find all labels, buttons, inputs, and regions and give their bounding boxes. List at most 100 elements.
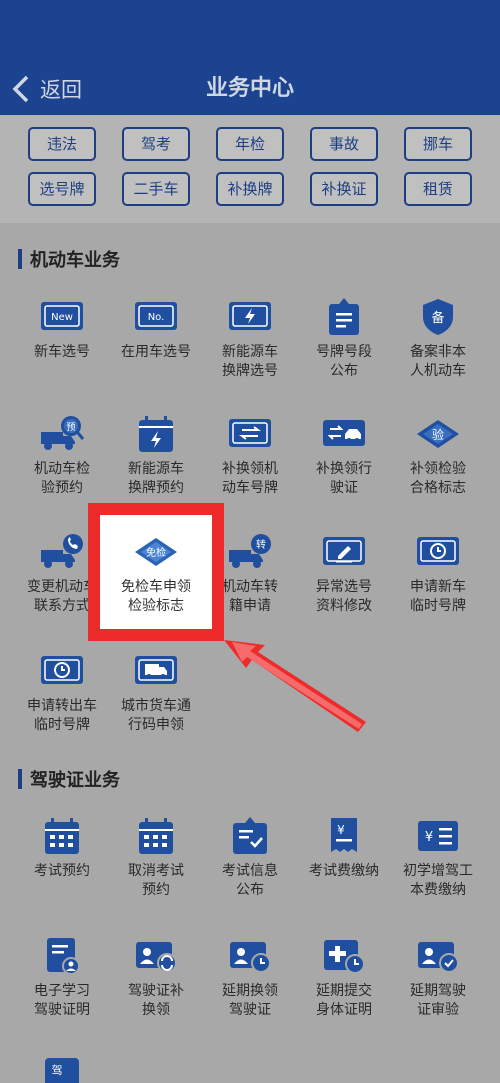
item-label: 补换领机 动车号牌 [222,461,278,496]
service-inspection-booking[interactable]: 预 机动车检 验预约 [14,414,110,498]
section-vehicle-title: 机动车业务 [30,250,120,271]
service-learner-fee[interactable]: ¥ 初学增驾工 本费缴纳 [390,816,486,900]
svg-text:¥: ¥ [337,823,345,837]
exempt-badge: 免检 [146,546,166,559]
plate-new-icon: New [41,302,83,330]
item-label: 考试预约 [34,863,90,879]
service-plate-segment[interactable]: 号牌号段 公布 [296,297,392,381]
fee-icon: ¥ [331,818,357,852]
item-label: 异常选号 资料修改 [316,579,372,614]
quick-link-used-car[interactable]: 二手车 [122,172,190,206]
calendar-ev-icon [139,416,173,452]
medical-clock-icon [324,940,365,974]
service-license-renew-delay[interactable]: 延期换领 驾驶证 [202,936,298,1020]
truck-search-icon: 预 [41,416,85,450]
plate-new-badge: New [51,312,73,323]
card-clock-icon [230,942,271,973]
service-reissue-inspection-mark[interactable]: 验 补领检验 合格标志 [390,414,486,498]
shield-badge: 备 [431,310,444,326]
item-label: 在用车选号 [121,344,191,360]
quick-link-violation[interactable]: 违法 [28,127,96,161]
service-register-non-owner[interactable]: 备 备案非本 人机动车 [390,297,486,381]
service-replace-driving-permit[interactable]: 补换领行 驶证 [296,414,392,498]
item-label: 城市货车通 行码申领 [121,698,191,733]
item-label: 新车选号 [34,344,90,360]
quick-link-rental[interactable]: 租赁 [404,172,472,206]
service-cancel-exam[interactable]: 取消考试 预约 [108,816,204,900]
truck-phone-icon [41,534,83,568]
item-label: 延期换领 驾驶证 [222,983,278,1018]
info-board-icon [233,817,267,854]
service-new-car-temp-plate[interactable]: 申请新车 临时号牌 [390,532,486,616]
service-exam-info[interactable]: 考试信息 公布 [202,816,298,900]
shield-icon: 备 [423,299,453,335]
drive-badge: 驾 [52,1064,63,1077]
item-label: 备案非本 人机动车 [410,344,466,379]
item-label: 延期提交 身体证明 [316,983,372,1018]
item-label: 初学增驾工 本费缴纳 [403,863,473,898]
plate-swap-icon [229,419,271,447]
service-city-truck-pass[interactable]: 城市货车通 行码申领 [108,651,204,735]
item-label: 机动车检 验预约 [34,461,90,496]
quick-link-replace-license[interactable]: 补换证 [310,172,378,206]
service-ev-plate-booking[interactable]: 新能源车 换牌预约 [108,414,204,498]
section-vehicle-header: 机动车业务 [18,247,120,271]
item-label: 补领检验 合格标志 [410,461,466,496]
license-swap-icon [323,420,365,446]
review-badge: 预 [66,422,75,433]
item-label: 考试费缴纳 [309,863,379,879]
exempt-diamond-icon: 免检 [135,538,177,566]
quick-link-select-plate[interactable]: 选号牌 [28,172,96,206]
drive-card-icon: 驾 [45,1058,79,1083]
header-bar: 返回 业务中心 [0,0,500,115]
ev-plate-icon [229,302,271,330]
service-transfer-out-temp-plate[interactable]: 申请转出车 临时号牌 [14,651,110,735]
item-label: 号牌号段 公布 [316,344,372,379]
service-new-car-plate[interactable]: New 新车选号 [14,297,110,362]
service-replace-vehicle-plate[interactable]: 补换领机 动车号牌 [202,414,298,498]
quick-link-driving-test[interactable]: 驾考 [122,127,190,161]
item-label: 新能源车 换牌选号 [222,344,278,379]
plate-no-badge: No. [148,312,165,323]
service-exam-fee[interactable]: ¥ 考试费缴纳 [296,816,392,881]
quick-links-panel: 违法 驾考 年检 事故 挪车 选号牌 二手车 补换牌 补换证 租赁 [0,115,500,223]
service-ev-plate-select[interactable]: 新能源车 换牌选号 [202,297,298,381]
item-label: 新能源车 换牌预约 [128,461,184,496]
transfer-badge: 转 [256,538,266,551]
svg-text:¥: ¥ [425,830,433,845]
diamond-icon: 验 [417,420,459,448]
item-label: 电子学习 驾驶证明 [34,983,90,1018]
quick-link-replace-plate[interactable]: 补换牌 [216,172,284,206]
quick-link-accident[interactable]: 事故 [310,127,378,161]
plate-no-icon: No. [135,302,177,330]
announce-icon [329,298,359,335]
service-e-learning-proof[interactable]: 电子学习 驾驶证明 [14,936,110,1020]
temp-plate-out-icon [41,656,83,684]
service-abnormal-plate-edit[interactable]: 异常选号 资料修改 [296,532,392,616]
quick-link-move-car[interactable]: 挪车 [404,127,472,161]
service-exam-booking[interactable]: 考试预约 [14,816,110,881]
item-label: 考试信息 公布 [222,863,278,898]
service-license-replace[interactable]: 驾驶证补 换领 [108,936,204,1020]
truck-transfer-icon: 转 [229,534,271,568]
service-used-car-plate[interactable]: No. 在用车选号 [108,297,204,362]
section-driver-header: 驾驶证业务 [18,767,120,791]
item-label: 免检车申领 检验标志 [121,579,191,614]
item-label: 补换领行 驶证 [316,461,372,496]
page-title: 业务中心 [205,76,294,101]
section-driver-title: 驾驶证业务 [30,770,120,791]
item-label: 申请转出车 临时号牌 [27,698,97,733]
section-bar [18,249,22,269]
calendar-icon [45,818,79,854]
service-exempt-inspection-mark[interactable]: 免检 免检车申领 检验标志 [108,532,204,616]
truck-pass-icon [135,656,177,684]
item-label: 延期驾驶 证审验 [410,983,466,1018]
service-medical-delay[interactable]: 延期提交 身体证明 [296,936,392,1020]
edit-plate-icon [323,537,365,565]
quick-link-annual-inspection[interactable]: 年检 [216,127,284,161]
service-driver-partial[interactable]: 驾 [14,1052,110,1083]
service-license-review-delay[interactable]: 延期驾驶 证审验 [390,936,486,1020]
card-swap-icon [136,942,177,973]
card-check-icon [418,942,459,973]
calendar-cancel-icon [139,818,173,854]
